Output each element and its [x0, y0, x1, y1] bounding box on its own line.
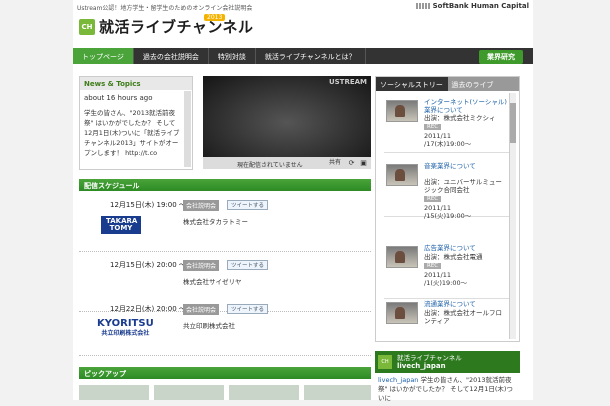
live-guest: 出演：ユニバーサルミュージック合同会社 — [424, 178, 502, 194]
page-container: Ustream公認！地方学生・留学生のためのオンライン会社説明会 SoftBan… — [73, 0, 533, 402]
video-player[interactable]: USTREAM 現在配信されていません 共有 ⟳ ▣ — [203, 76, 371, 169]
live-thumbnail[interactable] — [386, 164, 418, 186]
schedule-header: 配信スケジュール — [79, 179, 371, 191]
event-date: 12月22日(木) 20:00 〜 — [110, 305, 186, 313]
schedule-event: 12月15日(木) 19:00 〜 会社説明会 ツイートする 株式会社タカラトミ… — [79, 194, 371, 252]
rec-badge: REC — [424, 124, 442, 130]
ustream-logo: USTREAM — [328, 78, 367, 86]
nav-item-about[interactable]: 就活ライブチャンネルとは？ — [256, 48, 366, 64]
tweet-button[interactable]: ツイートする — [227, 304, 269, 314]
event-badge: 会社説明会 — [183, 304, 220, 315]
kyoritsu-logo-sub: 共立印刷株式会社 — [101, 330, 150, 337]
video-status-bar: 現在配信されていません — [203, 157, 371, 169]
pickup-thumbnail[interactable] — [304, 385, 371, 400]
softbank-logo[interactable]: SoftBank Human Capital — [415, 2, 529, 10]
twitter-handle[interactable]: livech_japan — [397, 362, 446, 370]
tweet-button[interactable]: ツイートする — [227, 200, 269, 210]
industry-research-button[interactable]: 業界研究 — [479, 50, 523, 64]
event-company: 共立印刷株式会社 — [183, 322, 235, 330]
live-thumbnail[interactable] — [386, 100, 418, 122]
live-title[interactable]: 広告業界について — [424, 244, 508, 252]
tweet-button[interactable]: ツイートする — [227, 260, 269, 270]
live-guest: 出演：株式会社電通 — [424, 253, 483, 261]
live-guest: 出演：株式会社オールフロンティア — [424, 309, 502, 325]
sidebar-tabs: ソーシャルストリーム 過去のライブ — [376, 77, 519, 99]
tab-past-live[interactable]: 過去のライブ — [447, 77, 519, 91]
twitter-avatar[interactable]: CH — [378, 355, 392, 369]
tv-icon: CH — [79, 18, 95, 35]
kyoritsu-logo-text: KYORITSU — [97, 318, 154, 329]
past-live-item[interactable]: 広告業界について 出演：株式会社電通 REC 2011/11 /1(火)19:0… — [384, 241, 509, 299]
news-title: News & Topics — [80, 77, 192, 90]
nav-item-top[interactable]: トップページ — [73, 48, 134, 64]
pickup-section: ピックアップ — [79, 367, 371, 400]
event-company: 株式会社サイゼリヤ — [183, 278, 242, 286]
share-button[interactable]: 共有 — [329, 157, 341, 166]
live-guest: 出演：株式会社ミクシィ — [424, 114, 496, 122]
news-scrollbar[interactable] — [184, 91, 191, 167]
past-live-item[interactable]: 音楽業界について 出演：ユニバーサルミュージック合同会社 REC 2011/11… — [384, 159, 509, 220]
live-thumbnail[interactable] — [386, 246, 418, 268]
nav-item-special-talk[interactable]: 特別対談 — [209, 48, 256, 64]
schedule-event: 12月22日(木) 20:00 〜 会社説明会 ツイートする 共立印刷株式会社 … — [79, 298, 371, 356]
live-title[interactable]: 音楽業界について — [424, 162, 508, 170]
logo-year-badge: 2013 — [204, 14, 226, 21]
live-thumbnail[interactable] — [386, 302, 418, 324]
past-live-item[interactable]: インターネット(ソーシャル)業界について 出演：株式会社ミクシィ REC 201… — [384, 95, 509, 153]
live-date: 2011/11 /15(火)19:00〜 — [424, 204, 472, 220]
event-badge: 会社説明会 — [183, 200, 220, 211]
news-time: about 16 hours ago — [84, 94, 153, 102]
tweet-text: livech_japan 学生の皆さん、"2013就活前夜祭" はいかがでしたか… — [375, 373, 520, 406]
live-title[interactable]: インターネット(ソーシャル)業界について — [424, 98, 508, 114]
live-title[interactable]: 流通業界について — [424, 300, 508, 308]
event-date: 12月15日(木) 19:00 〜 — [110, 201, 186, 209]
event-badge: 会社説明会 — [183, 260, 220, 271]
fullscreen-icon[interactable]: ▣ — [359, 159, 368, 167]
pickup-header: ピックアップ — [79, 367, 371, 379]
event-date: 12月15日(木) 20:00 〜 — [110, 261, 186, 269]
takara-tomy-logo: TAKARA TOMY — [101, 216, 141, 234]
pickup-thumbnail[interactable] — [154, 385, 224, 400]
refresh-icon[interactable]: ⟳ — [347, 159, 356, 167]
rec-badge: REC — [424, 196, 442, 202]
live-date: 2011/11 /17(木)19:00〜 — [424, 132, 472, 148]
softbank-brand: SoftBank Human Capital — [432, 2, 529, 10]
nav-item-past-sessions[interactable]: 過去の会社説明会 — [134, 48, 209, 64]
rec-badge: REC — [424, 263, 442, 269]
logo-text: 就活ライブチャンネル — [99, 18, 254, 36]
tab-social-stream[interactable]: ソーシャルストリーム — [376, 77, 448, 99]
pickup-thumbnail[interactable] — [229, 385, 299, 400]
twitter-widget: CH 就活ライブチャンネル livech_japan livech_japan … — [375, 351, 520, 402]
sidebar-scrollbar[interactable] — [509, 93, 516, 339]
twitter-name: 就活ライブチャンネル — [397, 354, 462, 362]
pickup-thumbnail[interactable] — [79, 385, 149, 400]
news-text[interactable]: 学生の皆さん、"2013就活前夜祭" はいかがでしたか？ そして12月1日(木)… — [80, 106, 184, 160]
live-sidebar: ソーシャルストリーム 過去のライブ インターネット(ソーシャル)業界について 出… — [375, 76, 520, 342]
video-status-text: 現在配信されていません — [237, 162, 303, 169]
live-date: 2011/11 /1(火)19:00〜 — [424, 271, 468, 287]
scrollbar-thumb[interactable] — [510, 103, 516, 143]
kyoritsu-logo: KYORITSU 共立印刷株式会社 — [97, 319, 154, 339]
event-company: 株式会社タカラトミー — [183, 218, 248, 226]
softbank-stripe-icon — [415, 3, 430, 9]
past-live-item[interactable]: 流通業界について 出演：株式会社オールフロンティア — [384, 297, 509, 341]
news-panel: News & Topics about 16 hours ago 学生の皆さん、… — [79, 76, 193, 170]
site-logo[interactable]: CH 就活ライブチャンネル 2013 — [79, 14, 254, 37]
twitter-header: CH 就活ライブチャンネル livech_japan — [375, 351, 520, 373]
main-nav: トップページ 過去の会社説明会 特別対談 就活ライブチャンネルとは？ 業界研究 — [73, 48, 533, 64]
tweet-handle-link[interactable]: livech_japan — [378, 376, 418, 384]
